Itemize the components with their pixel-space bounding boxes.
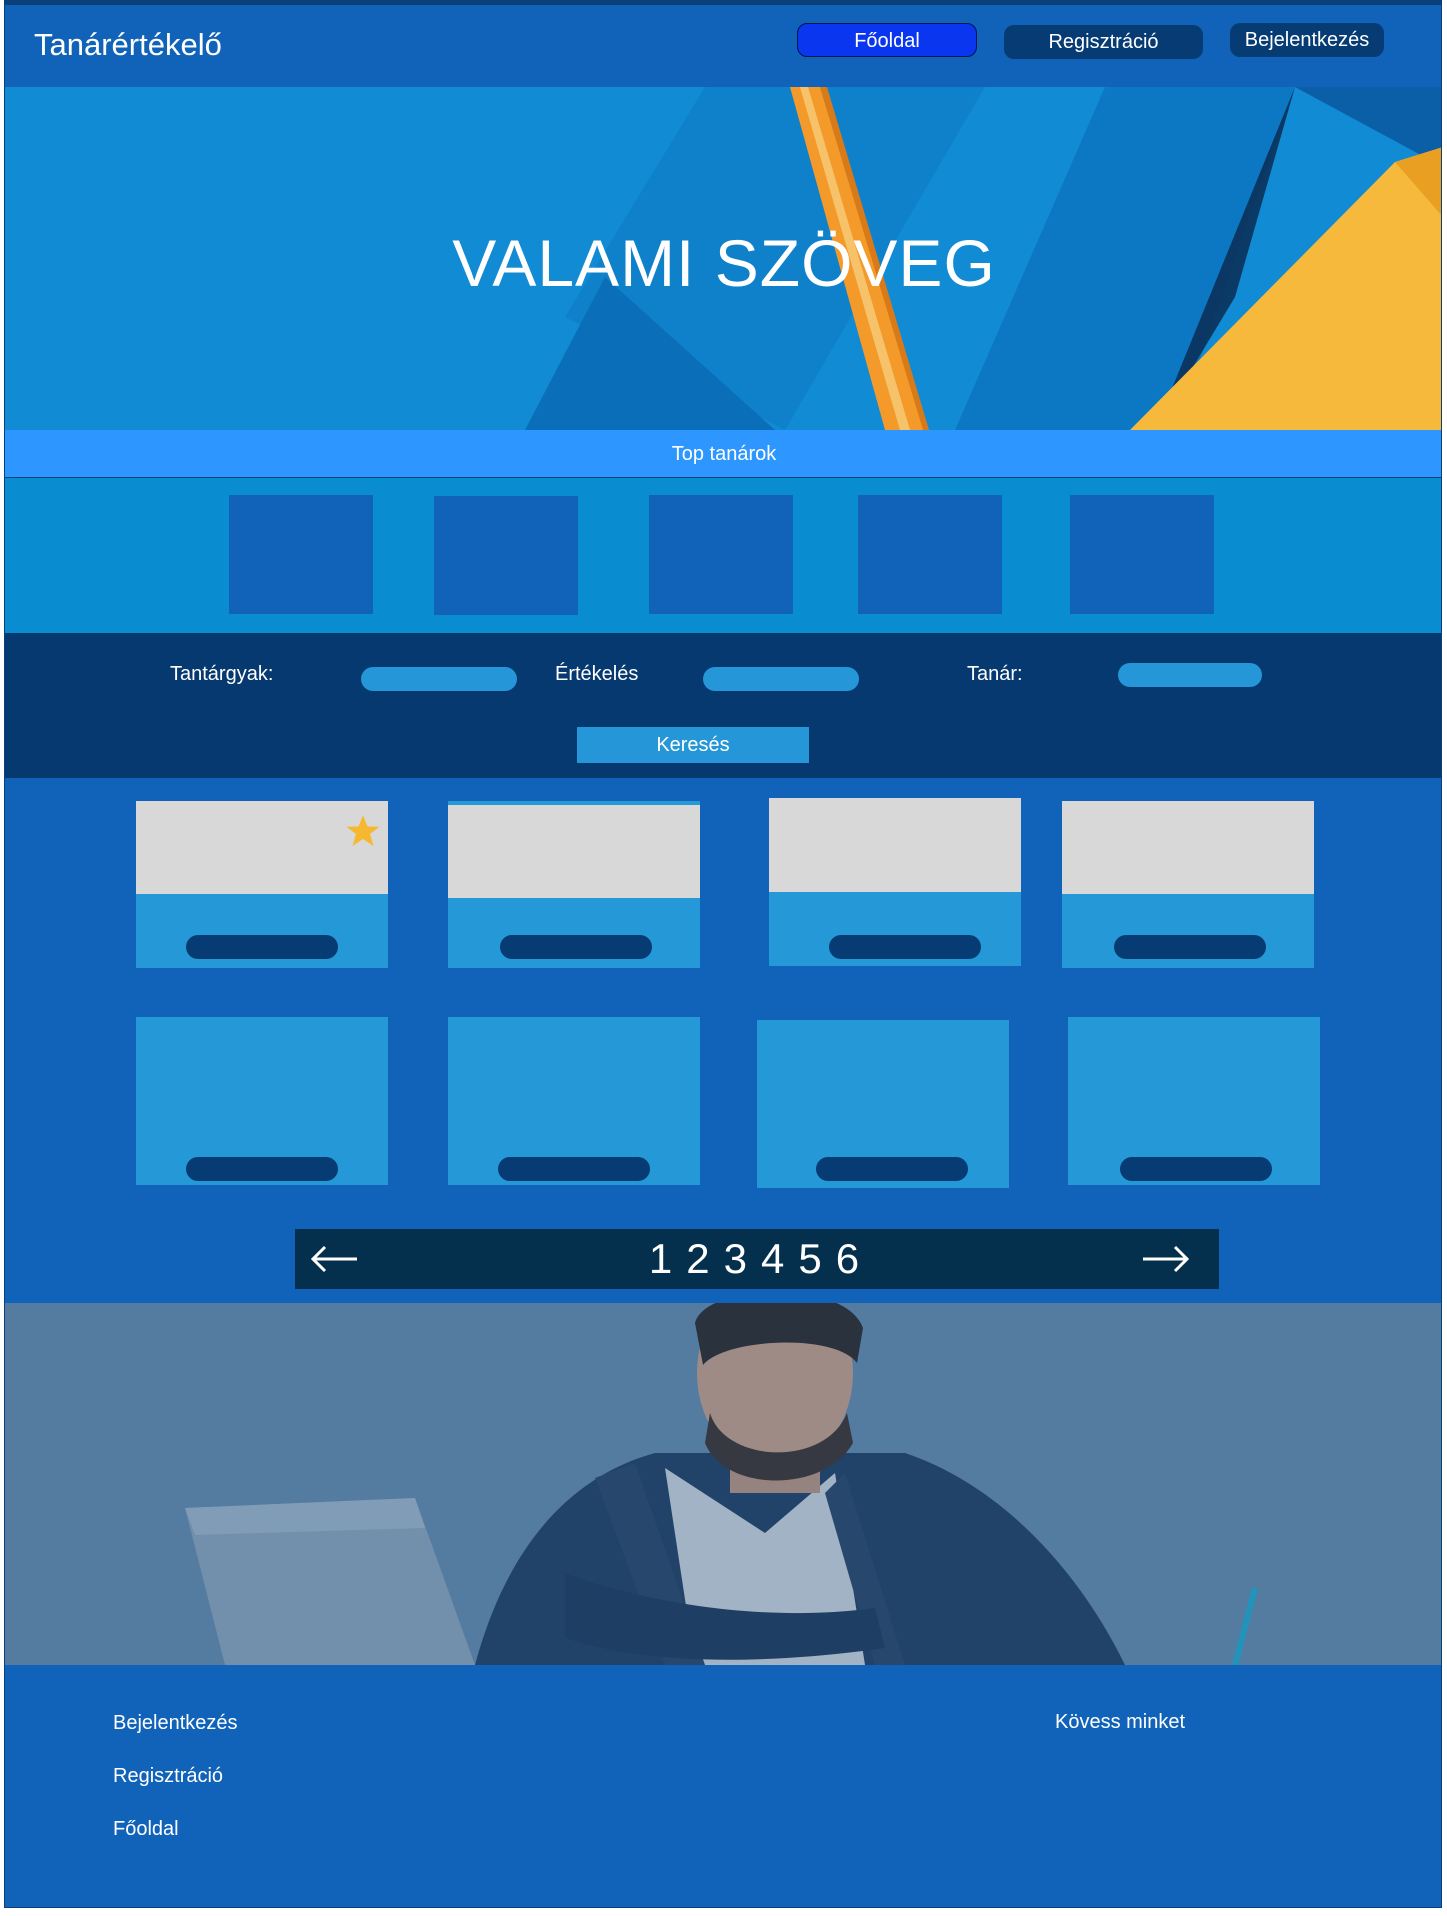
footer: Bejelentkezés Regisztráció Főoldal Köves… (5, 1665, 1441, 1907)
page-4[interactable]: 4 (757, 1235, 794, 1282)
page-frame: Tanárértékelő Főoldal Regisztráció Bejel… (4, 0, 1442, 1908)
hero-title: VALAMI SZÖVEG (452, 226, 996, 300)
rating-select[interactable] (703, 667, 859, 691)
nav-login-button[interactable]: Bejelentkezés (1230, 23, 1384, 57)
student-photo (5, 1303, 1441, 1665)
subjects-label: Tantárgyak: (170, 663, 274, 685)
page-6[interactable]: 6 (832, 1235, 869, 1282)
page-5[interactable]: 5 (794, 1235, 831, 1282)
teacher-card-button[interactable] (1120, 1157, 1272, 1181)
teacher-card-button[interactable] (186, 935, 338, 959)
teacher-card-image (448, 805, 700, 898)
top-teacher-card[interactable] (434, 496, 578, 615)
nav-home-button[interactable]: Főoldal (797, 23, 977, 57)
teacher-input[interactable] (1118, 663, 1262, 687)
teacher-label: Tanár: (967, 663, 1023, 685)
top-teachers-heading: Top tanárok (5, 430, 1441, 478)
page-3[interactable]: 3 (720, 1235, 757, 1282)
top-teacher-card[interactable] (229, 495, 373, 614)
footer-login-link[interactable]: Bejelentkezés (113, 1712, 238, 1735)
top-teachers-strip (5, 478, 1441, 633)
top-teacher-card[interactable] (649, 495, 793, 614)
subjects-select[interactable] (361, 667, 517, 691)
filter-panel: Tantárgyak: Értékelés Tanár: Keresés (5, 633, 1441, 778)
teacher-card[interactable] (769, 798, 1021, 966)
hero-banner: VALAMI SZÖVEG (5, 87, 1441, 430)
teacher-card-button[interactable] (498, 1157, 650, 1181)
teacher-card[interactable] (1068, 1017, 1320, 1185)
rating-label: Értékelés (555, 663, 639, 685)
teacher-card-button[interactable] (186, 1157, 338, 1181)
teacher-card-button[interactable] (816, 1157, 968, 1181)
page-1[interactable]: 1 (645, 1235, 682, 1282)
arrow-right-icon[interactable] (1141, 1243, 1191, 1275)
footer-home-link[interactable]: Főoldal (113, 1818, 179, 1841)
teacher-card[interactable] (757, 1020, 1009, 1188)
nav-register-button[interactable]: Regisztráció (1004, 25, 1203, 59)
top-teacher-card[interactable] (858, 495, 1002, 614)
navbar: Tanárértékelő Főoldal Regisztráció Bejel… (5, 1, 1441, 87)
brand-logo-text[interactable]: Tanárértékelő (34, 27, 222, 63)
pagination: 123456 (295, 1229, 1219, 1289)
follow-us-label: Kövess minket (1055, 1711, 1186, 1733)
teacher-card-image (1062, 801, 1314, 894)
teacher-card[interactable] (448, 801, 700, 968)
page-numbers: 123456 (295, 1235, 1219, 1283)
teacher-card-button[interactable] (829, 935, 981, 959)
star-icon[interactable] (345, 813, 381, 849)
top-teacher-card[interactable] (1070, 495, 1214, 614)
student-photo-image (5, 1303, 1441, 1665)
teacher-card-grid (5, 778, 1441, 1228)
teacher-card-button[interactable] (1114, 935, 1266, 959)
teacher-card-image (769, 798, 1021, 892)
teacher-card[interactable] (136, 1017, 388, 1185)
page-2[interactable]: 2 (682, 1235, 719, 1282)
teacher-card[interactable] (136, 801, 388, 968)
search-button[interactable]: Keresés (577, 727, 809, 763)
teacher-card[interactable] (1062, 801, 1314, 968)
footer-register-link[interactable]: Regisztráció (113, 1765, 223, 1788)
teacher-card-button[interactable] (500, 935, 652, 959)
teacher-card[interactable] (448, 1017, 700, 1185)
